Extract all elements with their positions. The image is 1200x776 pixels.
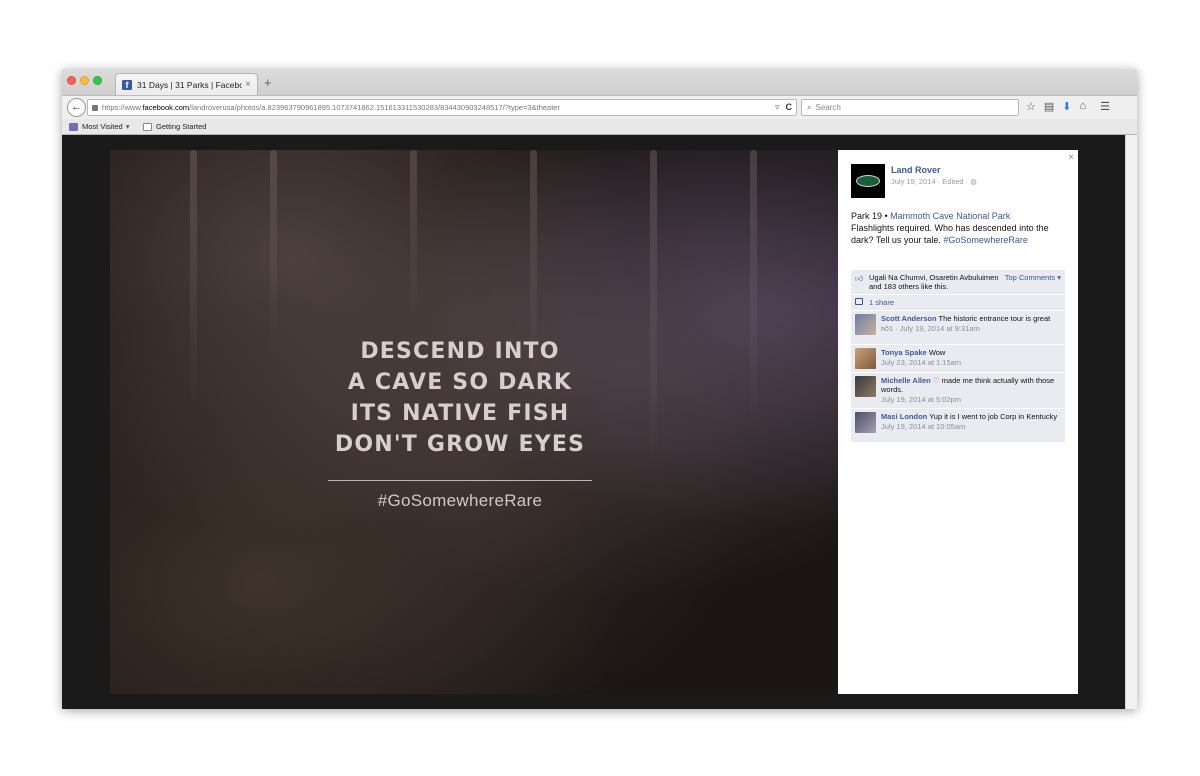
avatar[interactable] bbox=[855, 348, 876, 369]
comment-text: The historic entrance tour is great bbox=[938, 314, 1051, 323]
post-meta: July 19, 2014 · Edited · ◍ bbox=[891, 177, 977, 186]
comment-item: Tonya Spake Wow July 23, 2014 at 1:15am bbox=[851, 345, 1065, 373]
park-link[interactable]: Mammoth Cave National Park bbox=[890, 211, 1010, 221]
headline-line: DESCEND INTO bbox=[360, 339, 560, 364]
bookmark-most-visited[interactable]: Most Visited ▾ bbox=[69, 122, 129, 131]
commenter-name[interactable]: Tonya Spake bbox=[881, 348, 927, 357]
star-icon[interactable]: ☆ bbox=[1026, 100, 1036, 113]
post-hashtag-link[interactable]: #GoSomewhereRare bbox=[943, 235, 1028, 245]
comment-text: Yup it is I went to job Corp in Kentucky bbox=[929, 412, 1058, 421]
commenter-name[interactable]: Masi London bbox=[881, 412, 927, 421]
facebook-favicon-icon: f bbox=[122, 79, 132, 90]
browser-window: f 31 Days | 31 Parks | Facebook × + ← ht… bbox=[62, 69, 1137, 709]
post-date: July 19, 2014 · Edited · bbox=[891, 177, 971, 186]
post-park: Park 19 • bbox=[851, 211, 891, 221]
commenter-name[interactable]: Scott Anderson bbox=[881, 314, 937, 323]
tab-title: 31 Days | 31 Parks | Facebook bbox=[137, 79, 243, 90]
likes-text[interactable]: Ugali Na Chumvi, Osaretin Avbuluimen and… bbox=[869, 273, 1009, 291]
bookmark-label: Most Visited bbox=[82, 122, 123, 131]
comment-item: Masi London Yup it is I went to job Corp… bbox=[851, 409, 1065, 443]
window-close-button[interactable] bbox=[67, 76, 76, 85]
new-tab-button[interactable]: + bbox=[264, 75, 272, 90]
shares-row[interactable]: 1 share bbox=[851, 295, 1065, 311]
headline-line: ITS NATIVE FISH bbox=[350, 401, 570, 426]
avatar[interactable] bbox=[855, 376, 876, 397]
headline-line: DON'T GROW EYES bbox=[334, 432, 586, 457]
bookmark-label: Getting Started bbox=[156, 122, 207, 131]
navigation-bar: ← https://www.facebook.com/landroverusa/… bbox=[62, 95, 1137, 119]
stalactite-decoration bbox=[410, 150, 417, 320]
thumbs-up-icon: 👍︎ bbox=[855, 274, 864, 283]
stalactite-decoration bbox=[270, 150, 277, 350]
url-path: /landroverusa/photos/a.823963790961895.1… bbox=[189, 103, 560, 112]
likes-row: 👍︎ Top Comments ▾ Ugali Na Chumvi, Osare… bbox=[851, 270, 1065, 295]
comment-time[interactable]: July 23, 2014 at 1:15am bbox=[881, 358, 1061, 367]
page-icon bbox=[143, 122, 152, 131]
page-name-link[interactable]: Land Rover bbox=[891, 165, 941, 175]
url-prefix: https://www. bbox=[102, 103, 143, 112]
comment-text: Wow bbox=[928, 348, 946, 357]
comment-time[interactable]: July 19, 2014 at 5:02pm bbox=[881, 395, 1061, 404]
comment-time[interactable]: July 19, 2014 at 10:05am bbox=[881, 422, 1061, 431]
thumbs-up-icon: 👍︎ bbox=[881, 324, 889, 333]
chevron-down-icon: ▾ bbox=[125, 122, 130, 131]
menu-icon[interactable]: ☰ bbox=[1100, 100, 1110, 113]
download-icon[interactable]: ⬇ bbox=[1062, 100, 1071, 113]
bookmarks-bar: Most Visited ▾ Getting Started bbox=[62, 119, 1137, 135]
bookmark-getting-started[interactable]: Getting Started bbox=[143, 122, 206, 131]
caption-divider bbox=[328, 480, 592, 481]
folder-icon bbox=[69, 122, 78, 131]
clipboard-icon[interactable]: ▤ bbox=[1044, 100, 1054, 113]
window-minimize-button[interactable] bbox=[80, 76, 89, 85]
comment-item: Michelle Allen ♡ made me think actually … bbox=[851, 373, 1065, 409]
stalactite-decoration bbox=[650, 150, 657, 470]
stalactite-decoration bbox=[190, 150, 197, 410]
theater-photo[interactable]: DESCEND INTO A CAVE SO DARK ITS NATIVE F… bbox=[110, 150, 838, 694]
active-tab[interactable]: f 31 Days | 31 Parks | Facebook × bbox=[115, 73, 258, 95]
window-maximize-button[interactable] bbox=[93, 76, 102, 85]
shares-count[interactable]: 1 share bbox=[869, 298, 894, 307]
page-content: DESCEND INTO A CAVE SO DARK ITS NATIVE F… bbox=[62, 135, 1125, 709]
dropdown-arrow-icon[interactable]: ▿ bbox=[775, 102, 780, 112]
comment-item: Scott Anderson The historic entrance tou… bbox=[851, 311, 1065, 345]
page-scrollbar[interactable] bbox=[1125, 135, 1137, 709]
search-input[interactable]: ⌕ Search bbox=[801, 99, 1019, 116]
avatar[interactable] bbox=[855, 314, 876, 335]
search-placeholder: Search bbox=[815, 103, 841, 112]
post-side-panel: × Land Rover July 19, 2014 · Edited · ◍ … bbox=[838, 150, 1078, 694]
photo-hashtag: #GoSomewhereRare bbox=[377, 491, 543, 510]
globe-icon: ◍ bbox=[970, 177, 977, 186]
stalactite-decoration bbox=[750, 150, 757, 430]
toolbar-icons: ☆ ▤ ⬇ ⌂ ☰ bbox=[1026, 100, 1110, 113]
post-text: Park 19 • Mammoth Cave National Park Fla… bbox=[851, 210, 1067, 246]
avatar[interactable] bbox=[855, 412, 876, 433]
search-icon: ⌕ bbox=[807, 103, 812, 112]
url-host: facebook.com bbox=[142, 103, 190, 112]
heart-icon: ♡ bbox=[932, 376, 940, 385]
url-bar[interactable]: https://www.facebook.com/landroverusa/ph… bbox=[87, 99, 797, 116]
reload-button[interactable]: C bbox=[786, 102, 793, 112]
close-icon[interactable]: × bbox=[1068, 152, 1074, 163]
logo-oval-icon bbox=[856, 175, 880, 187]
headline-line: A CAVE SO DARK bbox=[347, 370, 573, 395]
back-button[interactable]: ← bbox=[67, 98, 86, 117]
tab-strip: f 31 Days | 31 Parks | Facebook × + bbox=[62, 69, 1137, 95]
lock-icon bbox=[92, 105, 98, 112]
land-rover-logo[interactable] bbox=[851, 164, 885, 198]
commenter-name[interactable]: Michelle Allen bbox=[881, 376, 931, 385]
engagement-box: 👍︎ Top Comments ▾ Ugali Na Chumvi, Osare… bbox=[851, 270, 1065, 443]
tab-close-icon[interactable]: × bbox=[245, 79, 251, 90]
top-comments-dropdown[interactable]: Top Comments ▾ bbox=[1005, 273, 1061, 282]
comment-time[interactable]: 1 · July 19, 2014 at 9:31am bbox=[889, 324, 980, 333]
home-icon[interactable]: ⌂ bbox=[1080, 100, 1087, 113]
photo-caption: DESCEND INTO A CAVE SO DARK ITS NATIVE F… bbox=[310, 336, 610, 511]
share-icon bbox=[855, 298, 863, 305]
